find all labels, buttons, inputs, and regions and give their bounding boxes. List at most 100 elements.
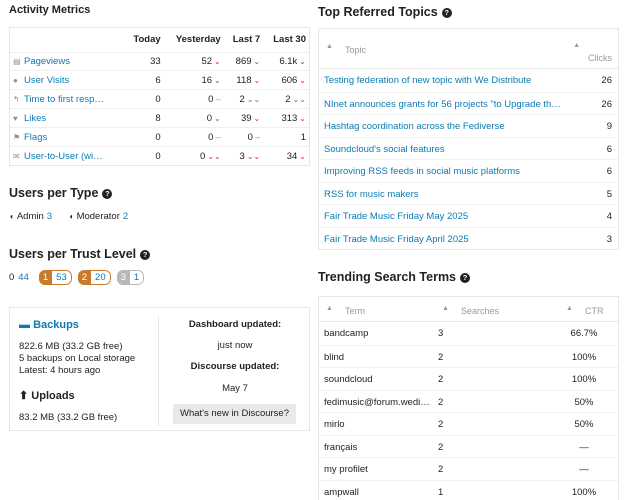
search-count: 2 — [438, 351, 444, 363]
trend-down-icon: ⌄ — [299, 56, 306, 66]
metric-today: 0 — [124, 145, 164, 166]
sort-up-icon[interactable]: ▲ — [573, 42, 580, 49]
topic-link[interactable]: Soundcloud's social features — [324, 144, 562, 155]
table-row: soundcloud 2 100% — [319, 367, 618, 390]
metric-link[interactable]: User Visits — [24, 75, 69, 86]
table-row: NInet announces grants for 56 projects "… — [319, 91, 618, 115]
col-last7: Last 7 — [232, 34, 261, 46]
topic-link[interactable]: RSS for music makers — [324, 189, 562, 200]
top-referred-body: Testing federation of new topic with We … — [319, 69, 618, 249]
search-count: 2 — [438, 419, 444, 430]
search-term: ampwall — [324, 486, 359, 498]
trend-down-icon: ⌄ — [214, 56, 221, 66]
topic-link[interactable]: Fair Trade Music Friday May 2025 — [324, 211, 562, 222]
search-term: mirlo — [324, 419, 345, 430]
topic-link[interactable]: Improving RSS feeds in social music plat… — [324, 166, 562, 177]
col-clicks[interactable]: Clicks — [588, 53, 612, 63]
search-count: 2 — [438, 441, 444, 453]
trust-level-0[interactable]: 0 44 — [9, 272, 29, 283]
trend-up-double-icon: ⌄⌄ — [246, 94, 261, 104]
search-count: 2 — [438, 464, 444, 475]
backups-count: 5 backups on Local storage — [19, 353, 136, 364]
metrics-row: ▤ Pageviews 33 52 ⌄ 869 ⌄ 6.1k ⌄ — [10, 51, 309, 71]
admin-count-link[interactable]: 3 — [47, 211, 52, 222]
topic-link[interactable]: Fair Trade Music Friday April 2025 — [324, 234, 562, 245]
trust-level-2[interactable]: 2 20 — [77, 270, 111, 285]
backups-latest: Latest: 4 hours ago — [19, 365, 101, 376]
trending-search-title: Trending Search Terms? — [318, 270, 471, 284]
metric-last7: 0– — [223, 127, 264, 147]
help-icon[interactable]: ? — [460, 273, 471, 283]
activity-metrics-table: Today Yesterday Last 7 Last 30 ▤ Pageview… — [9, 27, 310, 167]
search-term: soundcloud — [324, 374, 373, 385]
topic-link[interactable]: Testing federation of new topic with We … — [324, 75, 562, 86]
col-term[interactable]: Term — [345, 306, 365, 316]
trend-down-icon: ⌄ — [299, 75, 306, 85]
help-icon[interactable]: ? — [140, 250, 151, 260]
trust-level-3[interactable]: 3 1 — [116, 270, 145, 285]
table-row: my profilet 2 — — [319, 457, 618, 480]
metric-link[interactable]: Flags — [24, 132, 47, 143]
uploads-size: 83.2 MB (33.2 GB free) — [19, 412, 118, 423]
table-row: ampwall 1 100% — [319, 479, 618, 500]
sort-up-icon[interactable]: ▲ — [566, 305, 573, 312]
clicks-value: 5 — [606, 188, 612, 200]
metrics-row: ⚑ Flags 0 0–0–1 — [10, 127, 309, 147]
table-row: français 2 — — [319, 434, 618, 458]
top-referred-title: Top Referred Topics? — [318, 5, 452, 19]
metric-link[interactable]: Pageviews — [24, 56, 70, 67]
sort-up-icon[interactable]: ▲ — [442, 305, 449, 312]
trust-level-row: 0 44 1 53 2 20 3 1 — [9, 270, 150, 285]
trend-flat-icon: – — [215, 93, 221, 105]
col-yesterday: Yesterday — [175, 34, 221, 46]
search-ctr: 100% — [571, 374, 597, 385]
discourse-updated-label: Discourse updated: — [190, 361, 280, 372]
trust-level-1[interactable]: 1 53 — [38, 270, 72, 285]
topic-link[interactable]: Hashtag coordination across the Fedivers… — [324, 121, 562, 132]
col-ctr[interactable]: CTR — [585, 306, 604, 316]
metric-link[interactable]: Time to first resp… — [24, 94, 104, 105]
col-searches[interactable]: Searches — [461, 306, 499, 316]
search-ctr: 50% — [574, 419, 594, 430]
dashboard-updated-value: just now — [217, 340, 253, 351]
metric-last30: 34 ⌄ — [263, 145, 309, 166]
col-topic[interactable]: Topic — [345, 45, 366, 55]
sort-up-icon[interactable]: ▲ — [326, 43, 333, 50]
help-icon[interactable]: ? — [441, 8, 452, 18]
trending-search-table: ▲ Term ▲ Searches ▲ CTR bandcamp 3 66.7% bl… — [318, 296, 619, 500]
metric-link[interactable]: Likes — [24, 113, 46, 124]
metric-link[interactable]: User-to-User (wi… — [24, 151, 103, 162]
clicks-value: 6 — [606, 143, 612, 155]
trending-search-header: ▲ Term ▲ Searches ▲ CTR — [319, 297, 618, 322]
clicks-value: 6 — [606, 166, 612, 177]
activity-metrics-title: Activity Metrics — [9, 4, 91, 16]
clicks-value: 4 — [606, 211, 612, 222]
backups-link[interactable]: ▬ Backups — [19, 319, 79, 331]
table-row: Hashtag coordination across the Fedivers… — [319, 114, 618, 137]
moderator-count-link[interactable]: 2 — [123, 211, 128, 222]
topic-link[interactable]: NInet announces grants for 56 projects "… — [324, 99, 562, 110]
metric-last7: 118 ⌄ — [223, 70, 264, 90]
search-count: 2 — [438, 374, 444, 385]
col-today: Today — [133, 34, 161, 46]
table-row: Fair Trade Music Friday May 2025 4 — [319, 204, 618, 227]
metrics-header-row: Today Yesterday Last 7 Last 30 — [10, 28, 309, 52]
metric-last30: 313 ⌄ — [263, 108, 309, 128]
search-term: français — [324, 441, 358, 453]
col-last30: Last 30 — [273, 34, 306, 46]
table-row: RSS for music makers 5 — [319, 181, 618, 205]
top-referred-table: ▲ Topic ▲ Clicks Testing federation of n… — [318, 28, 619, 250]
trend-down-icon: ⌄ — [253, 75, 261, 85]
envelope-icon: ✉ — [13, 151, 20, 161]
whats-new-button[interactable]: What's new in Discourse? — [173, 404, 296, 424]
metric-yesterday: 0– — [163, 89, 224, 109]
trending-search-body: bandcamp 3 66.7% blind 2 100% soundcloud 2 100% f… — [319, 322, 618, 500]
discourse-updated-value: May 7 — [222, 383, 248, 394]
metric-last7: 869 ⌄ — [223, 51, 264, 71]
sort-up-icon[interactable]: ▲ — [326, 305, 333, 312]
metric-today: 0 — [124, 127, 164, 147]
metric-last7: 2 ⌄⌄ — [223, 89, 264, 109]
users-per-trust-title: Users per Trust Level? — [9, 247, 151, 261]
users-per-type-row: ◖ Admin 3 ◖ Moderator 2 — [9, 211, 129, 222]
help-icon[interactable]: ? — [102, 189, 113, 199]
